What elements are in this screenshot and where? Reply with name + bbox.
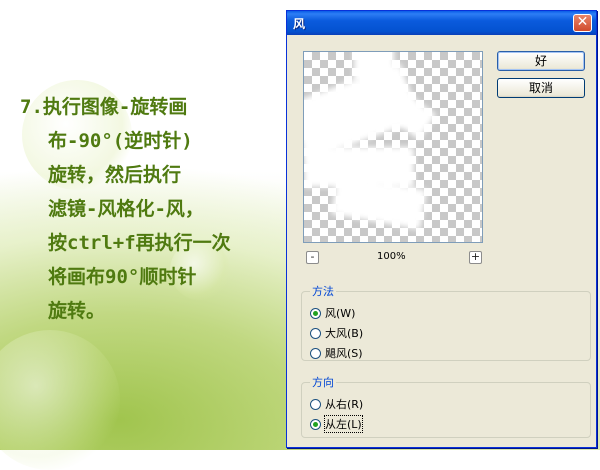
radio-label: 从右(R) xyxy=(325,398,364,411)
direction-option-left[interactable]: 从左(L) xyxy=(310,414,582,434)
method-option-wind[interactable]: 风(W) xyxy=(310,303,582,323)
radio-icon[interactable] xyxy=(310,418,321,430)
instruction-line: 滤镜-风格化-风， xyxy=(48,198,204,220)
filter-preview[interactable] xyxy=(303,51,483,243)
radio-icon[interactable] xyxy=(310,327,321,339)
radio-icon[interactable] xyxy=(310,398,321,410)
slide-instruction-text: 7.执行图像-旋转画 布-90°(逆时针) 旋转，然后执行 滤镜-风格化-风， … xyxy=(20,90,231,328)
direction-group: 方向 从右(R) 从左(L) xyxy=(301,374,591,438)
dialog-titlebar[interactable]: 风 ✕ xyxy=(287,11,596,35)
instruction-line: 7.执行图像-旋转画 xyxy=(20,96,188,118)
preview-wind-streak xyxy=(354,52,394,82)
dialog-title: 风 xyxy=(293,17,306,31)
instruction-line: 旋转，然后执行 xyxy=(48,164,182,186)
radio-label: 大风(B) xyxy=(325,327,364,340)
method-legend: 方法 xyxy=(312,285,334,298)
direction-option-right[interactable]: 从右(R) xyxy=(310,394,582,414)
radio-icon[interactable] xyxy=(310,347,321,359)
instruction-line: 按ctrl+f再执行一次 xyxy=(48,232,231,254)
instruction-line: 将画布90°顺时针 xyxy=(48,266,197,288)
method-option-blast[interactable]: 大风(B) xyxy=(310,323,582,343)
method-group: 方法 风(W) 大风(B) 飓风(S) xyxy=(301,283,591,361)
method-option-stagger[interactable]: 飓风(S) xyxy=(310,343,582,363)
ok-button[interactable]: 好 xyxy=(497,51,585,71)
zoom-level: 100% xyxy=(377,251,406,262)
wind-filter-dialog: 风 ✕ - 100% + 好 取消 方法 风(W) 大风(B) 飓风(S) 方向… xyxy=(286,10,597,448)
radio-label: 飓风(S) xyxy=(325,347,363,360)
instruction-line: 布-90°(逆时针) xyxy=(48,130,193,152)
decorative-bubble xyxy=(0,330,120,470)
radio-icon[interactable] xyxy=(310,307,321,319)
radio-label: 风(W) xyxy=(325,307,356,320)
radio-label: 从左(L) xyxy=(324,415,363,433)
zoom-out-button[interactable]: - xyxy=(306,251,319,264)
direction-legend: 方向 xyxy=(312,376,334,389)
cancel-button[interactable]: 取消 xyxy=(497,78,585,98)
instruction-line: 旋转。 xyxy=(48,300,106,322)
close-icon[interactable]: ✕ xyxy=(573,14,592,32)
zoom-in-button[interactable]: + xyxy=(469,251,482,264)
